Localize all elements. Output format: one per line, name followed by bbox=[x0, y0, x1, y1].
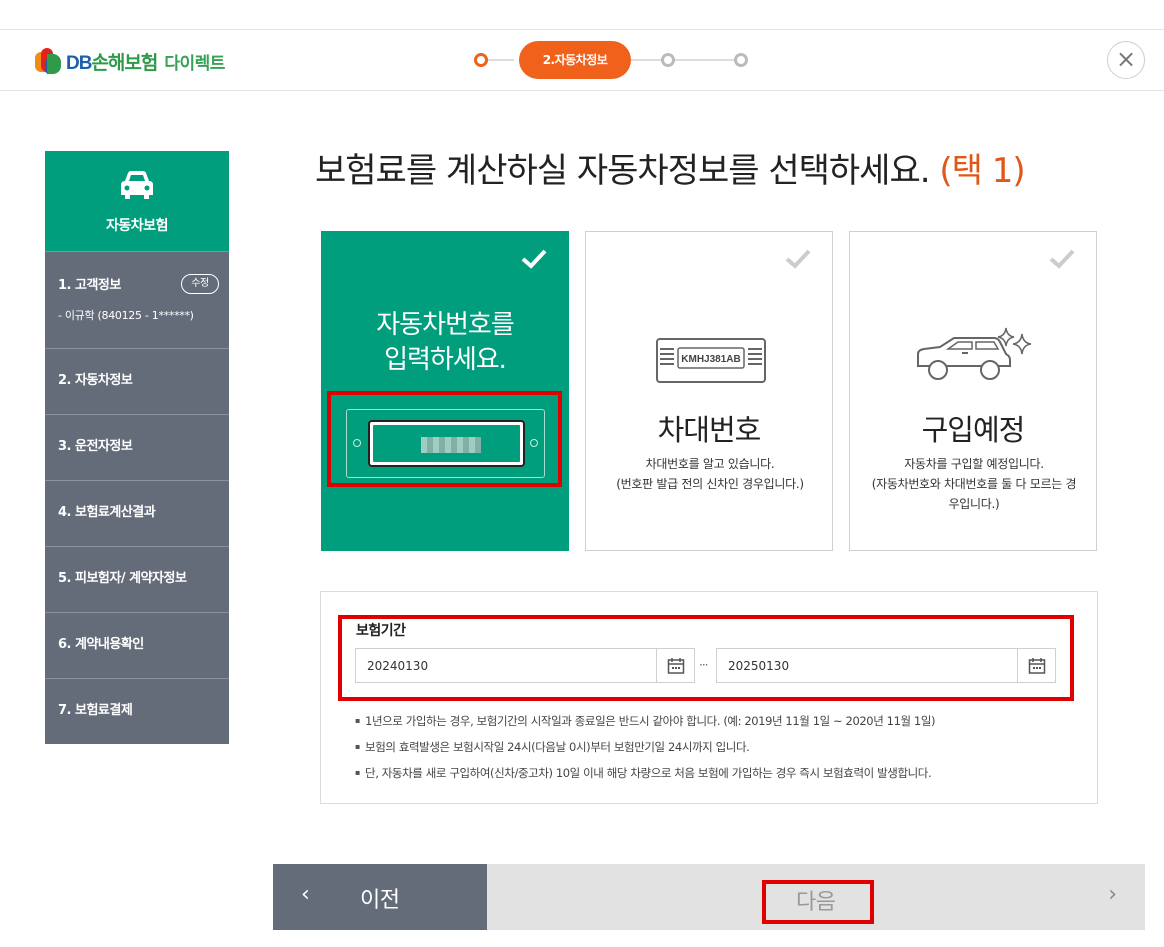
car-icon bbox=[121, 171, 153, 199]
card-description: 자동차를 구입할 예정입니다. (자동차번호와 차대번호를 둘 다 모르는 경우… bbox=[871, 457, 1077, 511]
step-indicator: 2.자동차정보 bbox=[474, 41, 754, 79]
prev-button[interactable]: ‹ 이전 bbox=[273, 864, 487, 930]
sidebar-item-insured-info[interactable]: 5. 피보험자/ 계약자정보 bbox=[45, 546, 229, 612]
vin-plate-text: KMHJ381AB bbox=[681, 354, 740, 365]
logo-sub-text: 다이렉트 bbox=[164, 53, 225, 74]
card-heading: 차대번호 bbox=[657, 413, 762, 447]
sidebar-title: 자동차보험 bbox=[106, 218, 168, 234]
header: DB손해보험 다이렉트 2.자동차정보 × bbox=[0, 30, 1164, 91]
period-notes: 1년으로 가입하는 경우, 보험기간의 시작일과 종료일은 반드시 같아야 합니… bbox=[355, 708, 935, 786]
close-icon: × bbox=[1115, 45, 1137, 73]
edit-button[interactable]: 수정 bbox=[181, 274, 219, 294]
sidebar-item-contract-review[interactable]: 6. 계약내용확인 bbox=[45, 612, 229, 678]
highlight-insurance-period bbox=[338, 615, 1074, 701]
highlight-car-number-input bbox=[327, 391, 562, 487]
check-icon bbox=[785, 249, 811, 269]
sidebar-item-driver-info[interactable]: 3. 운전자정보 bbox=[45, 414, 229, 480]
sidebar-header: 자동차보험 bbox=[45, 151, 229, 251]
sidebar-item-car-info[interactable]: 2. 자동차정보 bbox=[45, 348, 229, 414]
step-1-dot bbox=[474, 53, 488, 67]
step-current-pill: 2.자동차정보 bbox=[519, 41, 631, 79]
card-heading: 구입예정 bbox=[921, 413, 1026, 447]
step-connector bbox=[484, 59, 514, 61]
card-vin[interactable]: KMHJ381AB 차대번호 차대번호를 알고 있습니다. (번호판 발급 전의… bbox=[585, 231, 833, 551]
step-3-dot bbox=[661, 53, 675, 67]
step-4-dot bbox=[734, 53, 748, 67]
page-title: 보험료를 계산하실 자동차정보를 선택하세요. (택 1) bbox=[315, 151, 1026, 191]
brand-logo[interactable]: DB손해보험 다이렉트 bbox=[35, 45, 225, 77]
card-planned-purchase[interactable]: 구입예정 자동차를 구입할 예정입니다. (자동차번호와 차대번호를 둘 다 모… bbox=[849, 231, 1097, 551]
check-icon bbox=[1049, 249, 1075, 269]
title-note: (택 1) bbox=[939, 151, 1025, 191]
step-connector bbox=[631, 59, 741, 61]
card-description: 차대번호를 알고 있습니다. (번호판 발급 전의 신차인 경우입니다.) bbox=[616, 457, 804, 491]
list-item: 단, 자동차를 새로 구입하여(신차/중고차) 10일 이내 해당 차량으로 처… bbox=[355, 760, 935, 786]
sidebar: 자동차보험 1. 고객정보 - 이규학 (840125 - 1******) 수… bbox=[45, 151, 229, 744]
sidebar-item-premium-result[interactable]: 4. 보험료계산결과 bbox=[45, 480, 229, 546]
logo-brand-text: DB손해보험 bbox=[66, 52, 158, 74]
highlight-next-button bbox=[762, 880, 874, 924]
prev-label: 이전 bbox=[360, 888, 400, 913]
chevron-left-icon: ‹ bbox=[301, 882, 310, 907]
car-number-prompt: 자동차번호를 입력하세요. bbox=[376, 310, 515, 375]
db-logo-icon bbox=[35, 46, 63, 76]
list-item: 1년으로 가입하는 경우, 보험기간의 시작일과 종료일은 반드시 같아야 합니… bbox=[355, 708, 935, 734]
sidebar-item-payment[interactable]: 7. 보험료결제 bbox=[45, 678, 229, 744]
vin-plate-icon: KMHJ381AB bbox=[656, 338, 766, 383]
customer-summary: - 이규학 (840125 - 1******) bbox=[58, 309, 194, 322]
close-button[interactable]: × bbox=[1107, 41, 1145, 79]
list-item: 보험의 효력발생은 보험시작일 24시(다음날 0시)부터 보험만기일 24시까… bbox=[355, 734, 935, 760]
chevron-right-icon: › bbox=[1108, 882, 1117, 907]
sidebar-item-customer-info[interactable]: 1. 고객정보 - 이규학 (840125 - 1******) 수정 bbox=[45, 251, 229, 348]
new-car-icon bbox=[917, 327, 1032, 380]
check-icon bbox=[521, 249, 547, 269]
